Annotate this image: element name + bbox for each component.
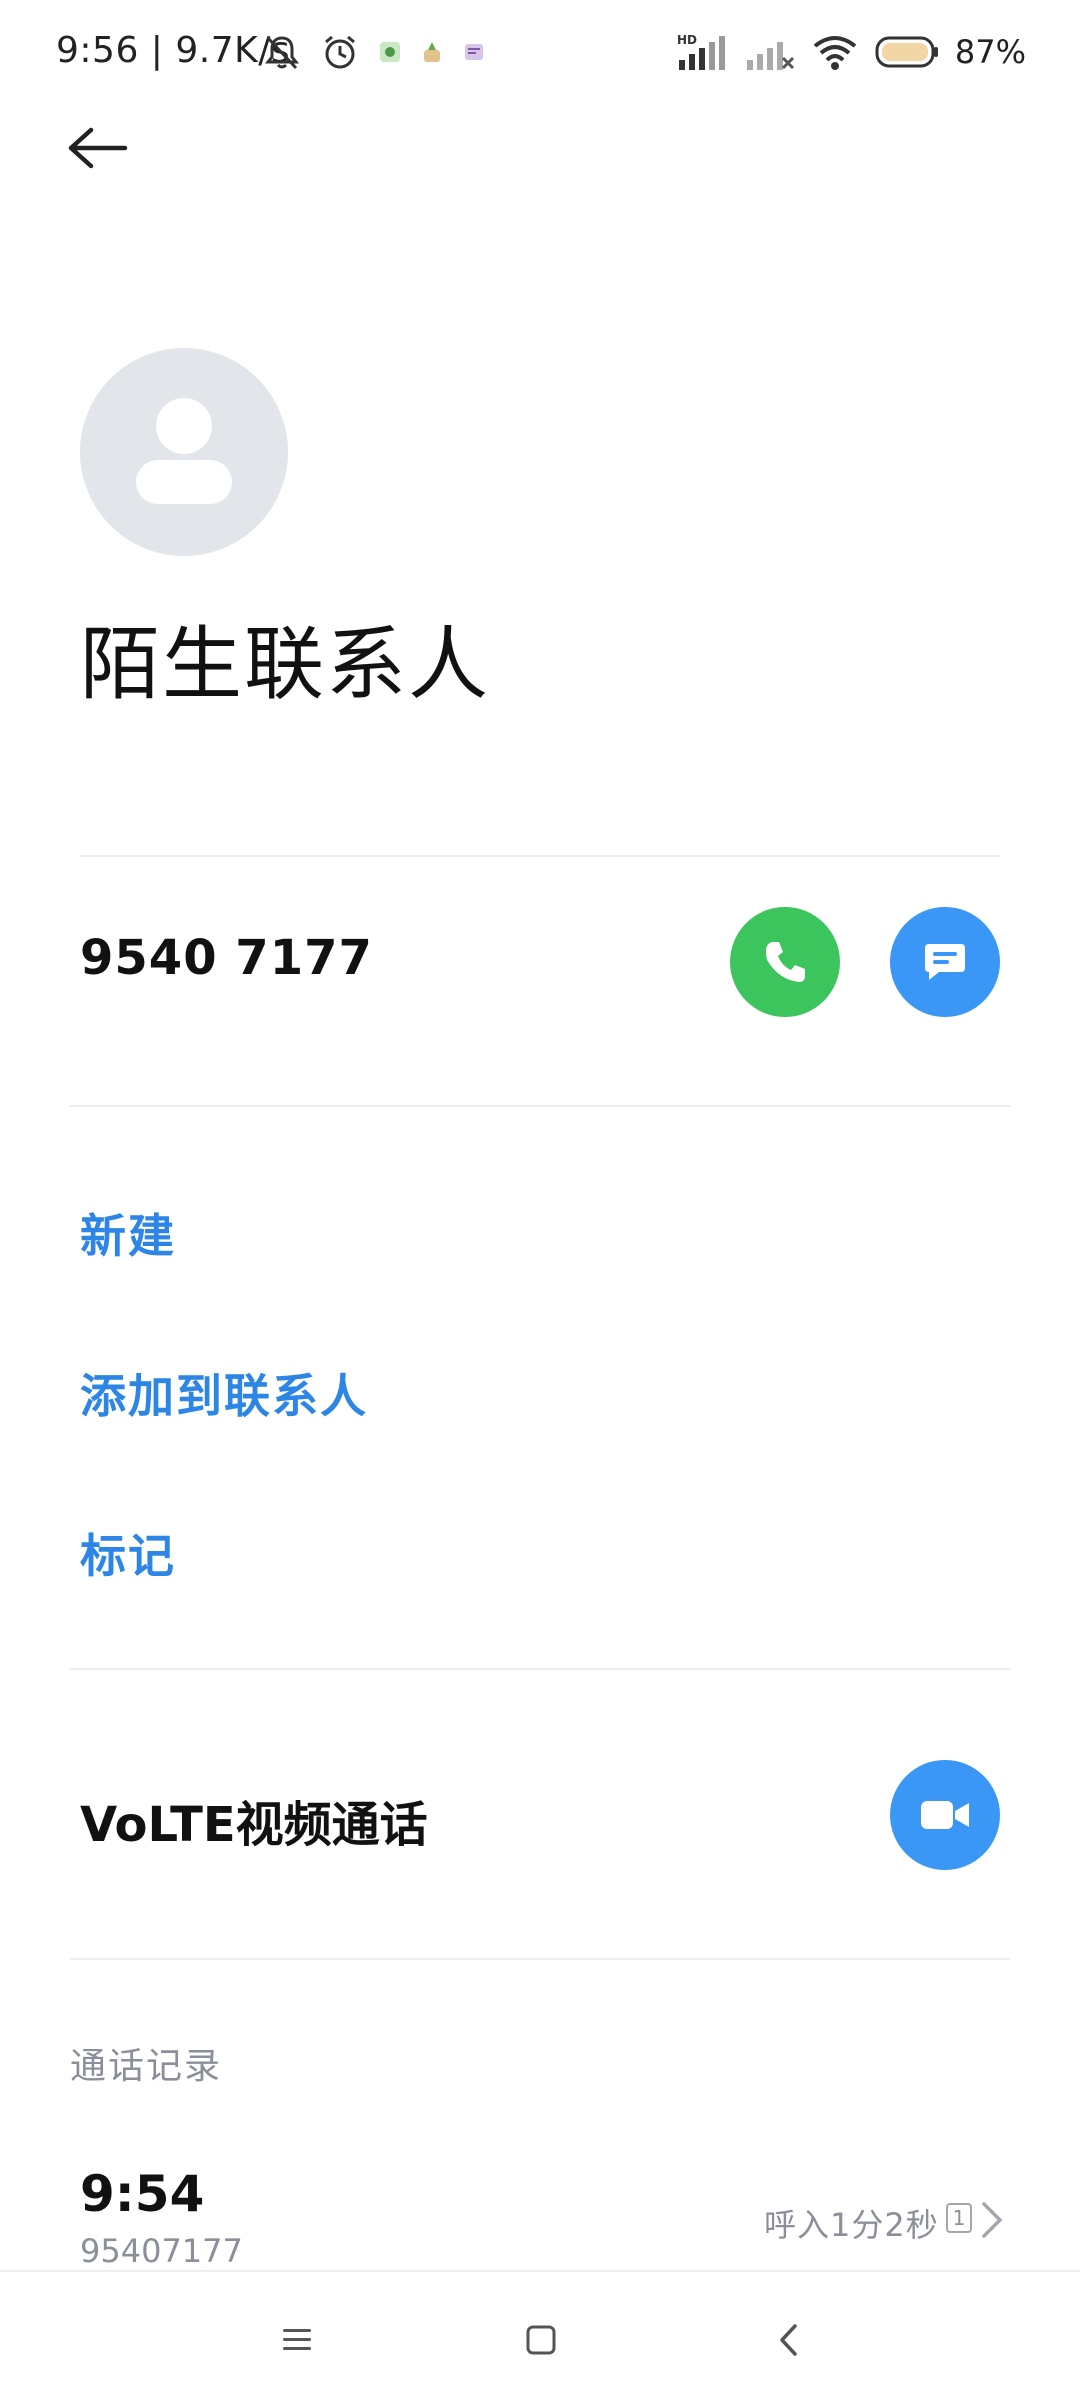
phone-number[interactable]: 9540 7177: [80, 930, 373, 986]
video-camera-icon: [921, 1801, 969, 1829]
alarm-clock-icon: [325, 35, 355, 69]
add-to-contacts-button[interactable]: 添加到联系人: [80, 1360, 368, 1426]
status-left-icons: [262, 28, 486, 76]
menu-icon: [283, 2329, 311, 2350]
volte-video-call-label: VoLTE视频通话: [80, 1797, 428, 1853]
call-button[interactable]: [730, 907, 840, 1017]
arrow-left-icon: [68, 127, 128, 169]
call-log-time: 9:54: [80, 2165, 205, 2223]
video-call-button[interactable]: [890, 1760, 1000, 1870]
status-right-icons: HD 87%: [675, 28, 1026, 76]
nav-home-button[interactable]: [506, 2305, 576, 2375]
contact-name: 陌生联系人: [80, 618, 490, 711]
app-notification-icon: [424, 42, 440, 62]
sim-badge: 1: [946, 2203, 972, 2233]
divider: [70, 1105, 1010, 1107]
mark-button[interactable]: 标记: [80, 1520, 176, 1586]
message-icon: [925, 944, 965, 980]
bell-off-icon: [264, 36, 300, 70]
nav-back-button[interactable]: [754, 2305, 824, 2375]
app-notification-icon: [465, 44, 483, 60]
avatar: [80, 348, 288, 556]
divider: [80, 855, 1000, 857]
app-notification-icon: [380, 42, 400, 62]
divider: [70, 1958, 1010, 1960]
person-icon: [136, 398, 232, 504]
status-time-speed: 9:56 | 9.7K/s: [56, 30, 291, 71]
nav-menu-button[interactable]: [262, 2305, 332, 2375]
phone-icon: [766, 942, 805, 982]
chevron-right-icon: [982, 2202, 1003, 2238]
wifi-icon: [813, 36, 857, 70]
back-button[interactable]: [62, 112, 134, 184]
call-log-number: 95407177: [80, 2232, 243, 2270]
status-bar: 9:56 | 9.7K/s HD 87%: [0, 0, 1080, 100]
battery-percentage: 87%: [954, 33, 1026, 71]
divider: [70, 1668, 1010, 1670]
chevron-left-icon: [780, 2324, 797, 2356]
new-contact-button[interactable]: 新建: [80, 1200, 176, 1266]
call-log-detail: 呼入1分2秒: [764, 2206, 939, 2244]
home-square-icon: [526, 2325, 556, 2355]
call-log-title: 通话记录: [70, 2046, 223, 2087]
message-button[interactable]: [890, 907, 1000, 1017]
svg-text:HD: HD: [677, 33, 697, 47]
battery-icon: [875, 36, 938, 68]
signal-hd-icon: HD: [677, 33, 725, 70]
call-log-entry[interactable]: 9:54 95407177 呼入1分2秒 1: [0, 2140, 1080, 2270]
signal-no-service-icon: [746, 42, 794, 70]
